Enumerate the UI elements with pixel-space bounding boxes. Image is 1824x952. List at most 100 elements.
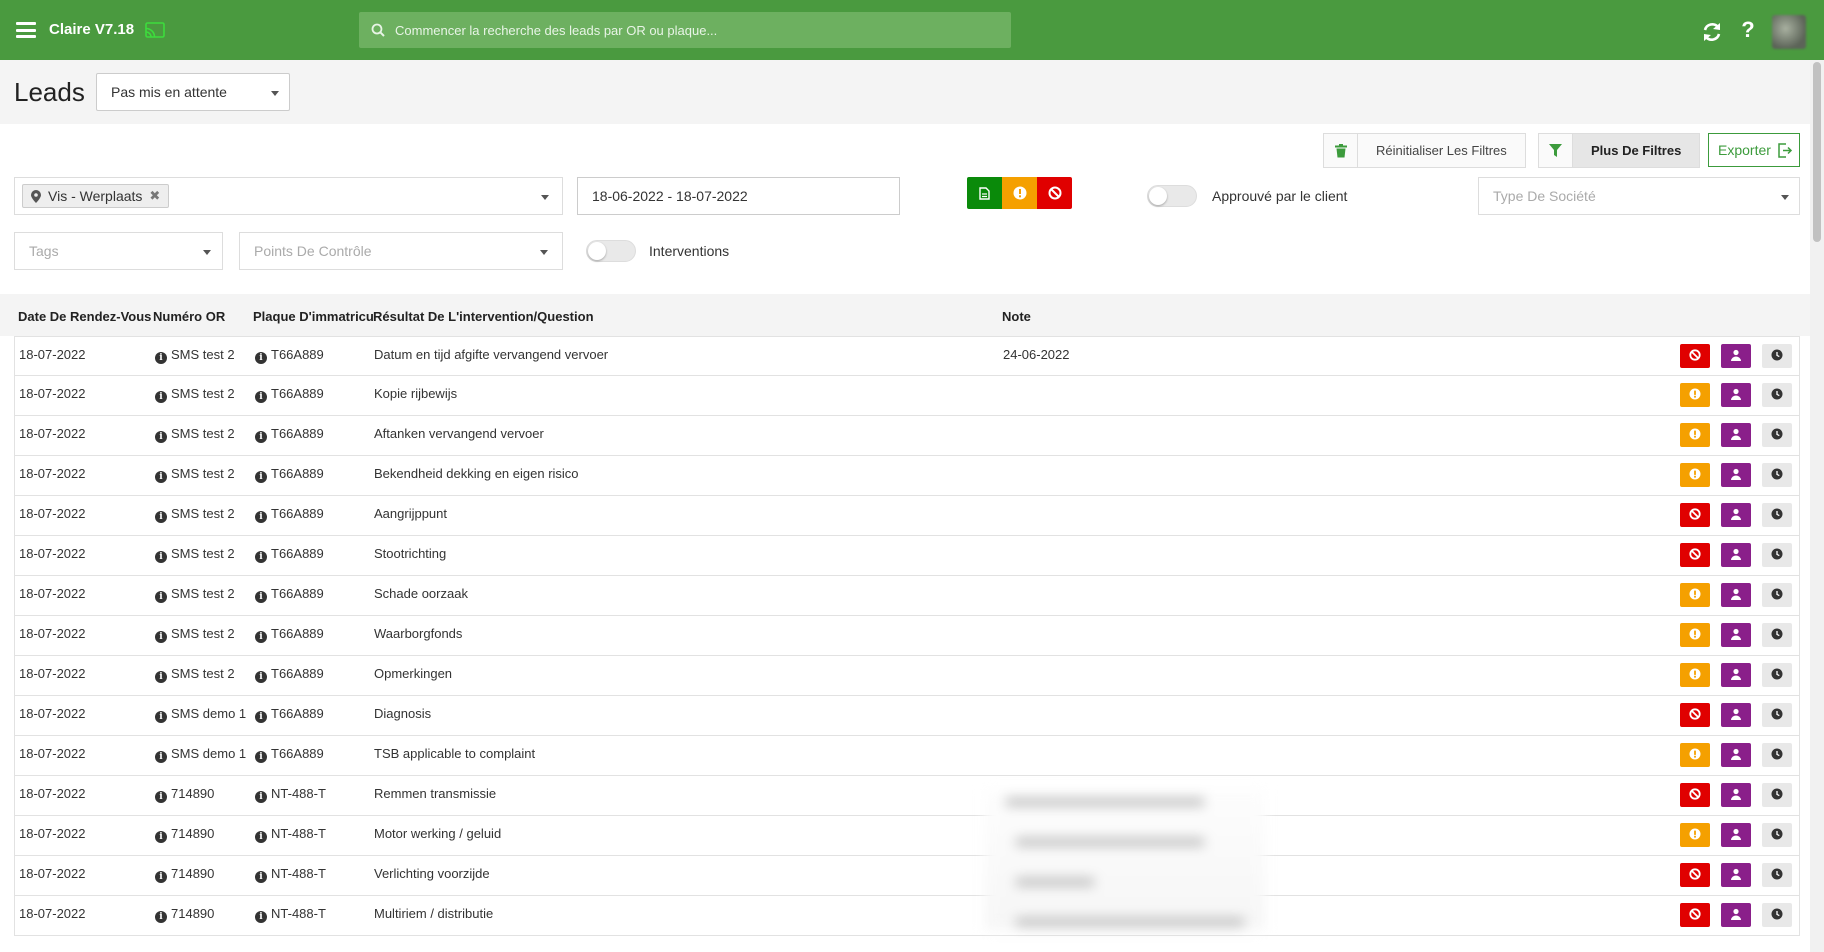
info-icon[interactable]: i — [155, 551, 167, 563]
row-status-button[interactable] — [1680, 463, 1710, 487]
info-icon[interactable]: i — [155, 591, 167, 603]
table-row[interactable]: 18-07-2022 i SMS test 2 i T66A889 Datum en ti… — [14, 336, 1800, 376]
row-history-button[interactable] — [1762, 743, 1792, 767]
row-history-button[interactable] — [1762, 703, 1792, 727]
row-plate[interactable]: i T66A889 — [255, 626, 324, 643]
row-plate[interactable]: i T66A889 — [255, 746, 324, 763]
row-status-button[interactable] — [1680, 743, 1710, 767]
table-row[interactable]: 18-07-2022 i SMS test 2 i T66A889 Kopie rijbe… — [14, 376, 1800, 416]
row-status-button[interactable] — [1680, 623, 1710, 647]
row-status-button[interactable] — [1680, 863, 1710, 887]
row-status-button[interactable] — [1680, 583, 1710, 607]
table-row[interactable]: 18-07-2022 i SMS test 2 i T66A889 Schade oorz… — [14, 576, 1800, 616]
row-plate[interactable]: i T66A889 — [255, 426, 324, 443]
row-assign-button[interactable] — [1721, 463, 1751, 487]
scrollbar-thumb[interactable] — [1813, 62, 1821, 242]
info-icon[interactable]: i — [155, 791, 167, 803]
row-plate[interactable]: i T66A889 — [255, 347, 324, 364]
row-plate[interactable]: i NT-488-T — [255, 906, 326, 923]
menu-icon[interactable] — [16, 22, 36, 38]
table-row[interactable]: 18-07-2022 i 714890 i NT-488-T Remmen transmi… — [14, 776, 1800, 816]
row-or[interactable]: i SMS test 2 — [155, 426, 235, 443]
row-assign-button[interactable] — [1721, 863, 1751, 887]
row-plate[interactable]: i T66A889 — [255, 386, 324, 403]
export-button[interactable]: Exporter — [1708, 133, 1800, 167]
row-or[interactable]: i SMS test 2 — [155, 506, 235, 523]
row-assign-button[interactable] — [1721, 663, 1751, 687]
row-plate[interactable]: i NT-488-T — [255, 866, 326, 883]
info-icon[interactable]: i — [155, 631, 167, 643]
close-icon[interactable]: ✖ — [149, 188, 160, 204]
info-icon[interactable]: i — [255, 471, 267, 483]
row-or[interactable]: i SMS test 2 — [155, 347, 235, 364]
table-row[interactable]: 18-07-2022 i SMS demo 1 i T66A889 TSB applica… — [14, 736, 1800, 776]
row-history-button[interactable] — [1762, 344, 1792, 368]
info-icon[interactable]: i — [155, 711, 167, 723]
table-row[interactable]: 18-07-2022 i SMS test 2 i T66A889 Stootrichti… — [14, 536, 1800, 576]
company-type-select[interactable]: Type De Société — [1478, 177, 1800, 215]
more-filters-button[interactable]: Plus De Filtres — [1538, 133, 1701, 168]
cast-icon[interactable] — [145, 22, 165, 38]
row-assign-button[interactable] — [1721, 344, 1751, 368]
row-assign-button[interactable] — [1721, 623, 1751, 647]
info-icon[interactable]: i — [255, 911, 267, 923]
info-icon[interactable]: i — [155, 871, 167, 883]
row-status-button[interactable] — [1680, 703, 1710, 727]
row-assign-button[interactable] — [1721, 503, 1751, 527]
table-row[interactable]: 18-07-2022 i SMS test 2 i T66A889 Aangrijppun… — [14, 496, 1800, 536]
info-icon[interactable]: i — [155, 911, 167, 923]
info-icon[interactable]: i — [255, 391, 267, 403]
status-ok-button[interactable] — [967, 177, 1002, 209]
column-header-plate[interactable]: Plaque D'immatricu — [253, 309, 374, 324]
row-plate[interactable]: i NT-488-T — [255, 786, 326, 803]
status-block-button[interactable] — [1037, 177, 1072, 209]
info-icon[interactable]: i — [255, 591, 267, 603]
row-or[interactable]: i SMS test 2 — [155, 626, 235, 643]
table-row[interactable]: 18-07-2022 i 714890 i NT-488-T Motor werking … — [14, 816, 1800, 856]
info-icon[interactable]: i — [255, 871, 267, 883]
row-plate[interactable]: i T66A889 — [255, 586, 324, 603]
column-header-result[interactable]: Résultat De L'intervention/Question — [373, 309, 594, 324]
row-history-button[interactable] — [1762, 663, 1792, 687]
row-assign-button[interactable] — [1721, 423, 1751, 447]
row-or[interactable]: i 714890 — [155, 866, 214, 883]
row-or[interactable]: i 714890 — [155, 786, 214, 803]
info-icon[interactable]: i — [255, 352, 267, 364]
row-history-button[interactable] — [1762, 903, 1792, 927]
row-assign-button[interactable] — [1721, 783, 1751, 807]
row-or[interactable]: i SMS test 2 — [155, 666, 235, 683]
column-header-or[interactable]: Numéro OR — [153, 309, 225, 324]
column-header-note[interactable]: Note — [1002, 309, 1031, 324]
row-status-button[interactable] — [1680, 823, 1710, 847]
table-row[interactable]: 18-07-2022 i SMS test 2 i T66A889 Opmerkingen — [14, 656, 1800, 696]
table-row[interactable]: 18-07-2022 i SMS demo 1 i T66A889 Diagnosis — [14, 696, 1800, 736]
row-history-button[interactable] — [1762, 543, 1792, 567]
row-history-button[interactable] — [1762, 863, 1792, 887]
row-status-button[interactable] — [1680, 663, 1710, 687]
row-history-button[interactable] — [1762, 823, 1792, 847]
info-icon[interactable]: i — [155, 431, 167, 443]
row-assign-button[interactable] — [1721, 383, 1751, 407]
row-or[interactable]: i SMS test 2 — [155, 386, 235, 403]
checkpoints-select[interactable]: Points De Contrôle — [239, 232, 563, 270]
row-plate[interactable]: i T66A889 — [255, 466, 324, 483]
row-or[interactable]: i 714890 — [155, 906, 214, 923]
info-icon[interactable]: i — [155, 671, 167, 683]
row-history-button[interactable] — [1762, 463, 1792, 487]
table-row[interactable]: 18-07-2022 i SMS test 2 i T66A889 Waarborgfon… — [14, 616, 1800, 656]
row-or[interactable]: i SMS test 2 — [155, 466, 235, 483]
status-warning-button[interactable] — [1002, 177, 1037, 209]
info-icon[interactable]: i — [155, 831, 167, 843]
info-icon[interactable]: i — [255, 711, 267, 723]
date-range-input[interactable]: 18-06-2022 - 18-07-2022 — [577, 177, 900, 215]
search-input[interactable] — [395, 12, 995, 48]
row-plate[interactable]: i T66A889 — [255, 546, 324, 563]
info-icon[interactable]: i — [255, 791, 267, 803]
row-history-button[interactable] — [1762, 423, 1792, 447]
row-assign-button[interactable] — [1721, 543, 1751, 567]
avatar[interactable] — [1772, 15, 1806, 49]
row-history-button[interactable] — [1762, 783, 1792, 807]
tags-select[interactable]: Tags — [14, 232, 223, 270]
info-icon[interactable]: i — [255, 511, 267, 523]
column-header-date[interactable]: Date De Rendez-Vous — [18, 309, 151, 324]
